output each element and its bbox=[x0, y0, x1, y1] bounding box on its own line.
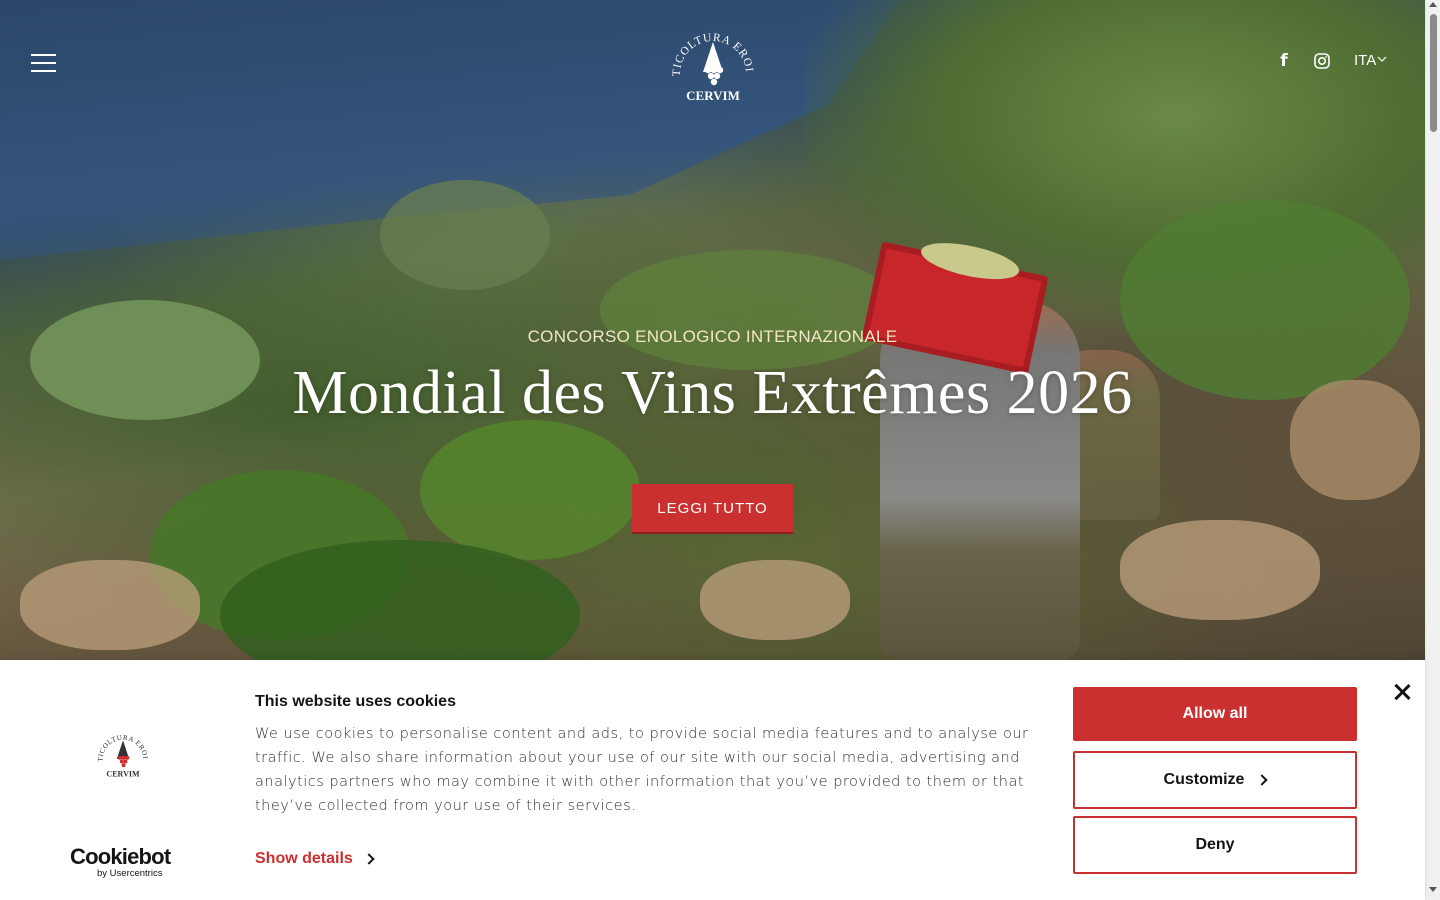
scroll-up-arrow-icon[interactable] bbox=[1429, 2, 1437, 7]
cookie-title: This website uses cookies bbox=[255, 693, 456, 710]
hero-foliage bbox=[600, 250, 900, 370]
hero-rock bbox=[20, 560, 200, 650]
hero-title: Mondial des Vins Extrêmes 2026 bbox=[292, 359, 1133, 427]
cookie-logo-bottom-text: CERVIM bbox=[106, 769, 140, 778]
chevron-right-icon bbox=[1256, 774, 1269, 786]
logo-bottom-text: CERVIM bbox=[686, 88, 740, 103]
cookie-description: We use cookies to personalise content an… bbox=[255, 726, 1029, 814]
customize-label: Customize bbox=[1163, 771, 1245, 788]
read-more-button[interactable]: LEGGI TUTTO bbox=[632, 484, 793, 534]
cookie-banner-logo: VITICOLTURA EROICA CERVIM bbox=[96, 728, 149, 778]
allow-all-button[interactable]: Allow all bbox=[1073, 687, 1357, 741]
show-details-label: Show details bbox=[255, 850, 353, 867]
hero-rock bbox=[1120, 520, 1320, 620]
hero-section: VITICOLTURA EROICA CERVIM f ITA CONCORSO… bbox=[0, 0, 1425, 660]
language-selector[interactable]: ITA bbox=[1354, 52, 1387, 69]
scroll-down-arrow-icon[interactable] bbox=[1429, 887, 1437, 892]
customize-button[interactable]: Customize bbox=[1073, 751, 1357, 809]
logo-grapes-icon bbox=[117, 755, 130, 768]
hero-rock bbox=[700, 560, 850, 640]
page-scrollbar[interactable] bbox=[1425, 0, 1440, 900]
close-icon[interactable] bbox=[1393, 683, 1411, 701]
language-label: ITA bbox=[1354, 52, 1377, 69]
site-logo[interactable]: VITICOLTURA EROICA CERVIM bbox=[670, 22, 756, 106]
cookiebot-logo[interactable]: Cookiebot by Usercentrics bbox=[70, 844, 180, 880]
cookiebot-by: by Usercentrics bbox=[97, 868, 163, 879]
logo-grapes-icon bbox=[704, 66, 724, 86]
hero-foliage bbox=[420, 420, 640, 560]
deny-button[interactable]: Deny bbox=[1073, 816, 1357, 874]
facebook-icon[interactable]: f bbox=[1273, 50, 1295, 72]
chevron-right-icon bbox=[363, 853, 375, 865]
chevron-down-icon bbox=[1377, 54, 1387, 66]
hero-kicker: CONCORSO ENOLOGICO INTERNAZIONALE bbox=[527, 327, 898, 346]
instagram-icon[interactable] bbox=[1311, 50, 1333, 72]
scrollbar-thumb[interactable] bbox=[1430, 14, 1437, 132]
cookiebot-name: Cookiebot bbox=[70, 844, 171, 869]
cookie-banner: VITICOLTURA EROICA CERVIM Cookiebot by U… bbox=[0, 660, 1425, 900]
hero-foliage bbox=[380, 180, 550, 290]
hamburger-icon[interactable] bbox=[31, 53, 56, 73]
show-details-link[interactable]: Show details bbox=[255, 850, 375, 868]
